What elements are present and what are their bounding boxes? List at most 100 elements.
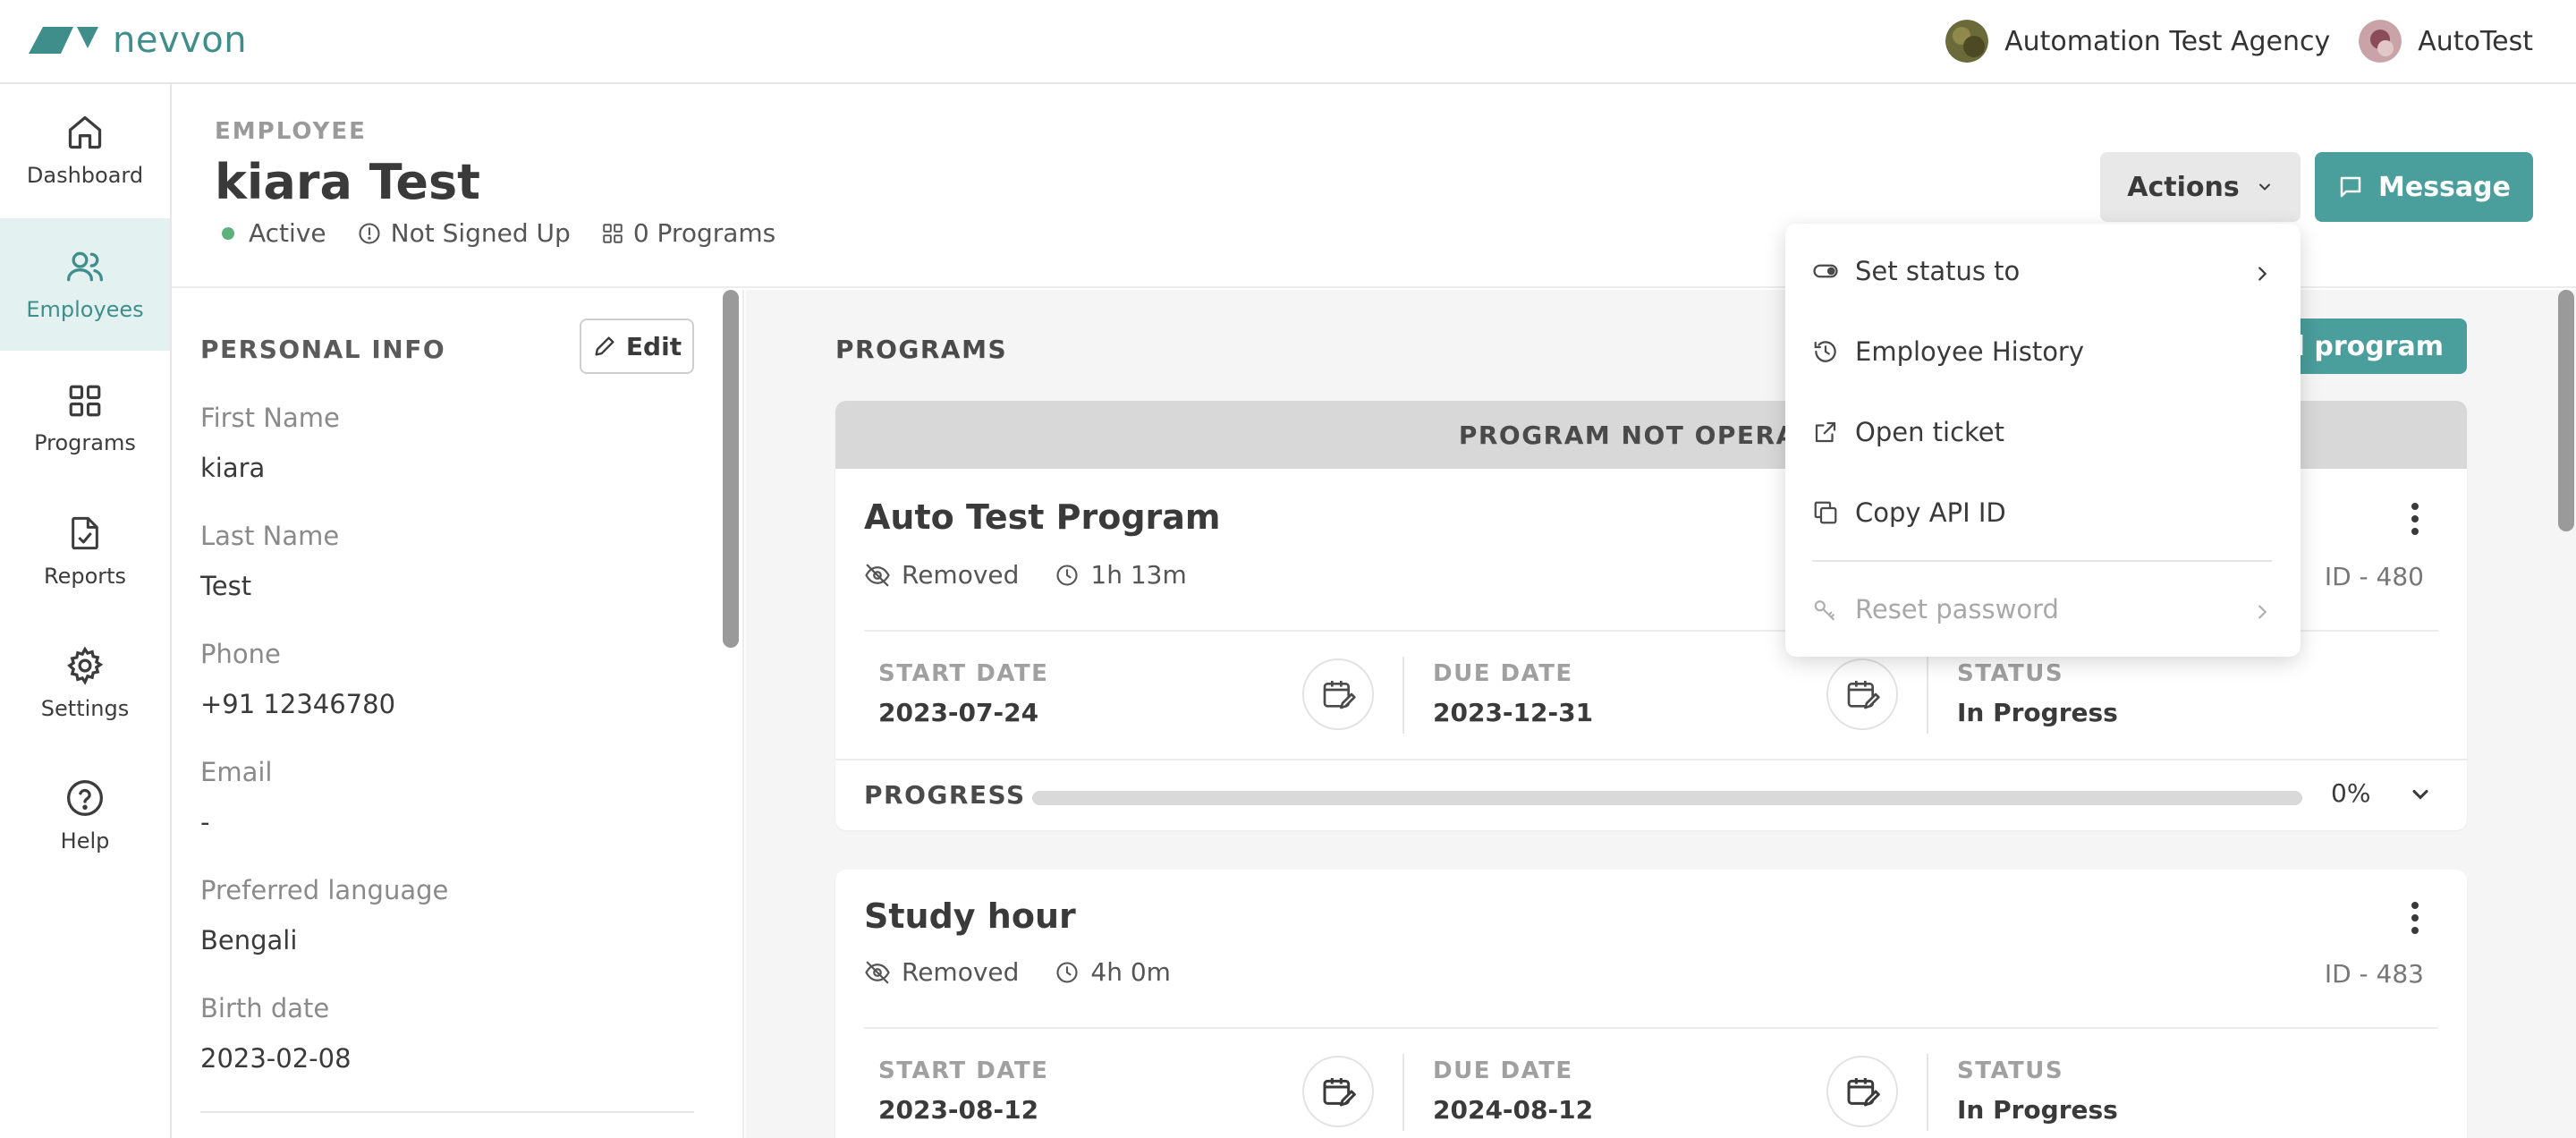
- duration-indicator: 1h 13m: [1055, 560, 1187, 590]
- menu-item-copy-api-id[interactable]: Copy API ID: [1785, 472, 2301, 553]
- field-label: Last Name: [200, 521, 340, 551]
- edit-due-date-button[interactable]: [1826, 658, 1898, 730]
- field-phone: Phone +91 12346780: [200, 639, 395, 719]
- visibility-indicator: Removed: [864, 957, 1019, 987]
- logo-mark-icon: [29, 27, 98, 54]
- info-scrollbar[interactable]: [723, 290, 739, 648]
- eye-off-icon: [865, 564, 890, 586]
- edit-button[interactable]: Edit: [580, 318, 694, 374]
- menu-item-open-ticket[interactable]: Open ticket: [1785, 392, 2301, 472]
- top-bar: nevvon Automation Test Agency AutoTest: [0, 0, 2576, 84]
- nav-label: Help: [60, 828, 110, 854]
- programs-title: PROGRAMS: [835, 335, 1008, 364]
- field-birth-date: Birth date 2023-02-08: [200, 993, 352, 1074]
- start-date: START DATE 2023-07-24: [878, 660, 1048, 727]
- program-title: Auto Test Program: [864, 497, 1221, 537]
- visibility-indicator: Removed: [864, 560, 1019, 590]
- field-first-name: First Name kiara: [200, 403, 340, 483]
- programs-scrollbar[interactable]: [2558, 290, 2574, 531]
- duration-text: 4h 0m: [1090, 957, 1171, 987]
- more-vertical-icon[interactable]: [2410, 900, 2420, 939]
- employee-name: kiara Test: [215, 154, 480, 210]
- due-date-value: 2023-12-31: [1433, 698, 1594, 727]
- clock-icon: [1056, 961, 1078, 983]
- status-text: Active: [249, 218, 326, 248]
- card-divider: [864, 1027, 2438, 1029]
- status-value: In Progress: [1957, 1095, 2118, 1125]
- more-vertical-icon[interactable]: [2410, 501, 2420, 540]
- users-icon: [67, 251, 103, 282]
- clock-icon: [1056, 564, 1078, 586]
- field-last-name: Last Name Test: [200, 521, 339, 601]
- start-date-label: START DATE: [878, 660, 1049, 687]
- agency-switcher[interactable]: Automation Test Agency: [1945, 20, 2330, 63]
- grid-icon: [601, 222, 624, 245]
- menu-item-set-status[interactable]: Set status to: [1785, 231, 2301, 311]
- menu-item-label: Copy API ID: [1855, 497, 2006, 528]
- status-label: STATUS: [1957, 660, 2064, 687]
- user-avatar: [2359, 20, 2402, 63]
- user-menu[interactable]: AutoTest: [2359, 20, 2533, 63]
- personal-info-title: PERSONAL INFO: [200, 335, 446, 364]
- field-label: First Name: [200, 403, 340, 433]
- start-date-label: START DATE: [878, 1057, 1049, 1084]
- field-value: 2023-02-08: [200, 1043, 352, 1074]
- status-dot: [222, 226, 234, 240]
- field-value: kiara: [200, 453, 266, 483]
- message-label: Message: [2378, 171, 2511, 203]
- nav-label: Programs: [34, 430, 136, 455]
- status-value: In Progress: [1957, 698, 2118, 727]
- field-email: Email -: [200, 757, 272, 837]
- personal-info-panel: PERSONAL INFO Edit First Name kiara Last…: [172, 290, 744, 1138]
- actions-button[interactable]: Actions: [2100, 152, 2301, 222]
- chevron-down-icon: [2256, 178, 2274, 196]
- key-icon: [1812, 596, 1843, 623]
- nav-item-dashboard[interactable]: Dashboard: [0, 84, 170, 217]
- chevron-right-icon: [2252, 598, 2272, 628]
- menu-item-label: Reset password: [1855, 594, 2059, 624]
- nav-item-settings[interactable]: Settings: [0, 617, 170, 750]
- user-name: AutoTest: [2418, 25, 2533, 57]
- calendar-edit-icon: [1323, 681, 1356, 709]
- agency-avatar: [1945, 20, 1989, 63]
- field-label: Phone: [200, 639, 281, 669]
- external-link-icon: [1812, 419, 1843, 446]
- field-label: Preferred language: [200, 875, 449, 905]
- message-button[interactable]: Message: [2315, 152, 2533, 222]
- menu-item-employee-history[interactable]: Employee History: [1785, 311, 2301, 392]
- chevron-right-icon: [2252, 259, 2272, 290]
- program-meta: Removed 1h 13m: [864, 560, 1223, 590]
- status-indicator: Active: [222, 218, 326, 248]
- edit-start-date-button[interactable]: [1302, 1056, 1374, 1127]
- nav-item-programs[interactable]: Programs: [0, 352, 170, 485]
- copy-icon: [1812, 499, 1843, 526]
- chevron-down-icon[interactable]: [2408, 782, 2433, 811]
- actions-dropdown-menu: Set status to Employee History Open tick…: [1785, 224, 2301, 657]
- info-divider: [200, 1111, 694, 1113]
- edit-due-date-button[interactable]: [1826, 1056, 1898, 1127]
- nav-item-reports[interactable]: Reports: [0, 485, 170, 617]
- home-icon: [68, 115, 102, 149]
- progress-percent: 0%: [2331, 778, 2371, 808]
- nevvon-logo[interactable]: nevvon: [27, 20, 247, 61]
- employee-meta: Active Not Signed Up 0 Programs: [222, 218, 806, 248]
- progress-row[interactable]: PROGRESS 0%: [835, 759, 2467, 830]
- nav-label: Reports: [43, 564, 127, 589]
- field-label: Birth date: [200, 993, 330, 1023]
- calendar-edit-icon: [1323, 1078, 1356, 1107]
- program-status: STATUS In Progress: [1957, 660, 2118, 727]
- agency-name: Automation Test Agency: [2004, 25, 2331, 57]
- program-title: Study hour: [864, 896, 1076, 936]
- edit-start-date-button[interactable]: [1302, 658, 1374, 730]
- status-label: STATUS: [1957, 1057, 2064, 1084]
- left-nav: Dashboard Employees Programs Reports Set…: [0, 84, 172, 1138]
- menu-divider: [1812, 560, 2272, 562]
- pencil-icon: [592, 334, 617, 359]
- progress-bar: [1032, 791, 2302, 805]
- menu-item-reset-password: Reset password: [1785, 569, 2301, 650]
- gear-icon: [67, 646, 104, 685]
- nav-item-employees[interactable]: Employees: [0, 218, 170, 351]
- field-value: -: [200, 807, 210, 837]
- field-value: +91 12346780: [200, 689, 396, 719]
- nav-item-help[interactable]: Help: [0, 750, 170, 882]
